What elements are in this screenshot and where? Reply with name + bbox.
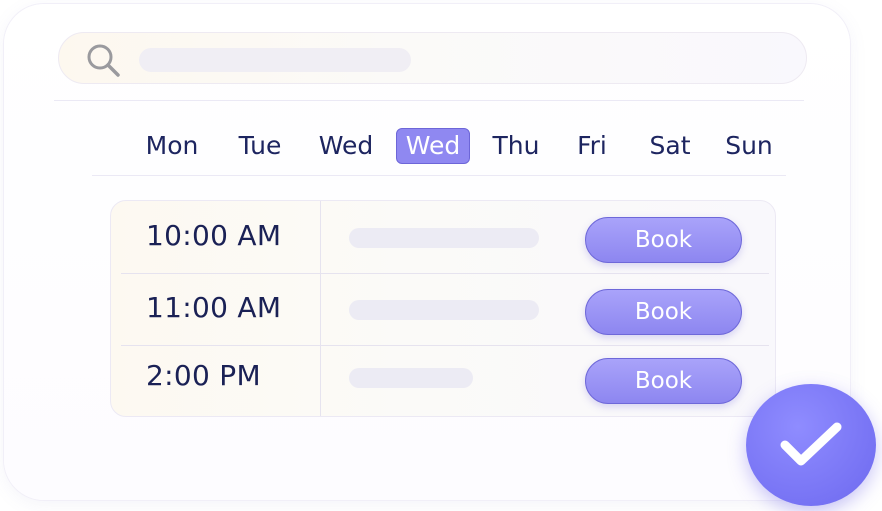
row-divider: [121, 273, 769, 274]
search-bar[interactable]: [58, 32, 807, 84]
slot-detail-placeholder: [349, 228, 539, 248]
checkmark-icon: [780, 422, 842, 466]
slot-time: 10:00 AM: [146, 219, 282, 252]
confirm-button[interactable]: [746, 384, 876, 506]
column-divider: [320, 201, 321, 416]
day-sat[interactable]: Sat: [638, 128, 702, 164]
book-button[interactable]: Book: [585, 289, 742, 335]
search-input[interactable]: [139, 48, 411, 72]
day-wed-selected[interactable]: Wed: [396, 128, 470, 164]
row-divider: [121, 345, 769, 346]
slot-time: 11:00 AM: [146, 291, 282, 324]
book-button[interactable]: Book: [585, 217, 742, 263]
slot-time: 2:00 PM: [146, 359, 261, 392]
day-thu[interactable]: Thu: [481, 128, 551, 164]
day-tue[interactable]: Tue: [224, 128, 296, 164]
days-divider: [92, 175, 786, 176]
day-mon[interactable]: Mon: [136, 128, 208, 164]
time-slot-table: 10:00 AM Book 11:00 AM Book 2:00 PM Book: [110, 200, 776, 417]
slot-detail-placeholder: [349, 300, 539, 320]
day-sun[interactable]: Sun: [716, 128, 782, 164]
day-fri[interactable]: Fri: [562, 128, 622, 164]
slot-detail-placeholder: [349, 368, 473, 388]
header-divider: [54, 100, 804, 101]
day-wed[interactable]: Wed: [308, 128, 384, 164]
search-icon: [87, 44, 120, 77]
scheduler-card: Mon Tue Wed Wed Thu Fri Sat Sun 10:00 AM…: [4, 4, 850, 500]
book-button[interactable]: Book: [585, 358, 742, 404]
